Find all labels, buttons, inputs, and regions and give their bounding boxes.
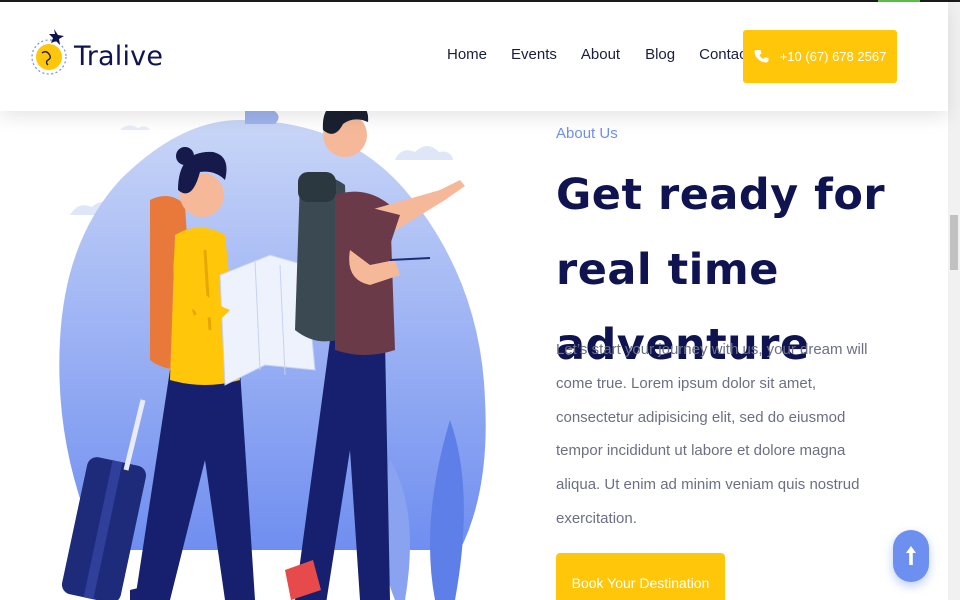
nav-events[interactable]: Events — [511, 46, 557, 63]
phone-button[interactable]: +10 (67) 678 2567 — [743, 30, 897, 83]
about-description: Let’s start your journey with us, your d… — [556, 341, 868, 527]
phone-icon — [754, 49, 769, 62]
site-header: Tralive Home Events About Blog Contact +… — [0, 2, 948, 111]
nav-blog[interactable]: Blog — [645, 46, 675, 63]
back-to-top-button[interactable] — [893, 530, 929, 582]
scrollbar-thumb[interactable] — [950, 215, 958, 270]
phone-number: +10 (67) 678 2567 — [779, 49, 887, 64]
travelers-illustration — [59, 101, 486, 600]
main-nav: Home Events About Blog Contact — [447, 46, 751, 63]
logo[interactable]: Tralive — [30, 26, 163, 86]
nav-home[interactable]: Home — [447, 46, 487, 63]
nav-about[interactable]: About — [581, 46, 620, 63]
arrow-up-icon — [906, 546, 916, 565]
scrollbar-track[interactable] — [948, 2, 960, 600]
brand-name: Tralive — [74, 40, 164, 72]
section-eyebrow: About Us — [556, 125, 618, 142]
book-destination-button[interactable]: Book Your Destination — [556, 553, 725, 600]
globe-plane-icon — [30, 26, 70, 86]
